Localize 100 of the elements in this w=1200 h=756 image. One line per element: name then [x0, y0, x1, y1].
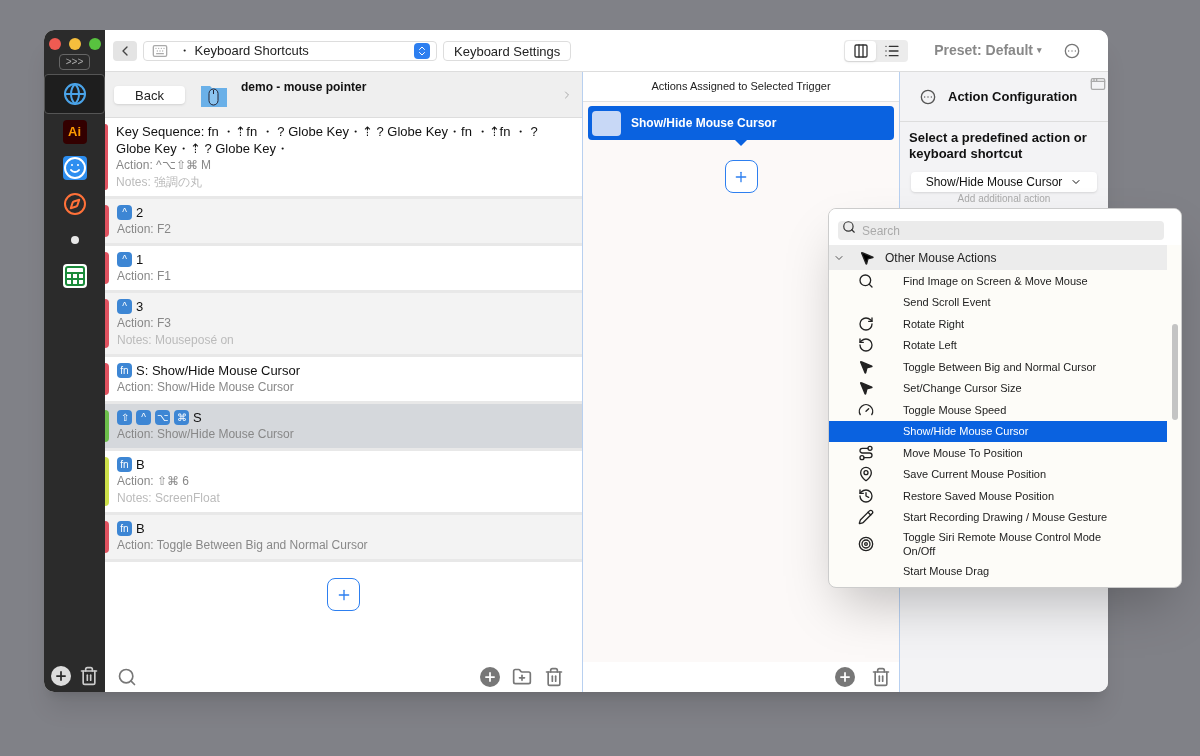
menu-item[interactable]: Toggle Between Big and Normal Cursor: [829, 356, 1167, 378]
rotate-left-icon: [858, 337, 874, 354]
action-text: Action: F1: [117, 268, 172, 285]
config-prompt: Select a predefined action or keyboard shortcut: [908, 129, 1088, 162]
expand-button[interactable]: >>>: [58, 54, 91, 70]
action-dropdown[interactable]: Show/Hide Mouse Cursor: [911, 172, 1097, 192]
key-badge: ^: [117, 299, 132, 314]
category-header[interactable]: Other Mouse Actions: [829, 245, 1167, 270]
action-text: Action: Toggle Between Big and Normal Cursor: [117, 537, 368, 554]
trigger-label: S: Show/Hide Mouse Cursor: [136, 362, 300, 379]
trash-icon[interactable]: [544, 667, 564, 687]
trigger-label: Key Sequence: fn ・⇡fn ・ ? Globe Key・⇡ ? Globe Key・fn ・⇡fn ・ ? Globe Key・⇡ ? Globe Key・: [116, 123, 539, 157]
stepper-icon: [414, 42, 430, 59]
pencil-icon: [858, 509, 874, 526]
menu-item[interactable]: Rotate Right: [829, 313, 1167, 335]
notes-text: Notes: ScreenFloat: [117, 490, 220, 507]
add-button[interactable]: [835, 667, 855, 687]
menu-item[interactable]: Show/Hide Mouse Cursor: [829, 420, 1167, 442]
target-icon: [858, 536, 874, 552]
key-badge: ^: [117, 205, 132, 220]
key-badge: fn: [117, 363, 132, 378]
trigger-row[interactable]: ^ 2 Action: F2: [105, 199, 582, 246]
trigger-label: 1: [136, 251, 144, 268]
cursor-icon: [858, 380, 874, 397]
add-trigger-button[interactable]: [327, 578, 360, 611]
app-item[interactable]: Ai: [44, 114, 105, 150]
trigger-row[interactable]: fn B Action: Toggle Between Big and Normal Cursor: [105, 515, 582, 562]
trigger-label: B: [136, 520, 145, 537]
history-icon: [858, 487, 874, 504]
rotate-right-icon: [858, 315, 874, 332]
face-icon: [62, 156, 87, 180]
zoom-button[interactable]: [88, 38, 101, 50]
app-icon: Ai: [62, 120, 87, 144]
trigger-row[interactable]: ⇧ ^ ⌥ ⌘ S Action: Show/Hide Mouse Cursor: [105, 404, 582, 451]
action-card[interactable]: Show/Hide Mouse Cursor: [588, 106, 894, 140]
app-item[interactable]: [44, 74, 105, 114]
search-icon[interactable]: [117, 667, 137, 687]
add-action-button[interactable]: [724, 160, 758, 193]
preset-dropdown[interactable]: Preset: Default ▾: [934, 40, 1042, 61]
path-dropdown[interactable]: ・ Keyboard Shortcuts: [143, 40, 437, 61]
action-text: Action: Show/Hide Mouse Cursor: [117, 426, 294, 443]
action-text: Action: Show/Hide Mouse Cursor: [117, 379, 295, 396]
search-icon: [858, 272, 874, 289]
key-badge: ⌘: [174, 410, 189, 425]
search-icon: [842, 219, 856, 234]
new-folder-icon[interactable]: [512, 667, 532, 687]
action-text: Action: F2: [117, 221, 172, 238]
columns-icon: [852, 42, 869, 59]
add-app-button[interactable]: [50, 666, 71, 686]
close-button[interactable]: [48, 38, 61, 50]
action-thumbnail: [592, 110, 621, 136]
plus-icon: [483, 670, 497, 684]
config-title: Action Configuration: [948, 87, 1078, 106]
menu-item[interactable]: Start Mouse Drag: [829, 560, 1167, 582]
pointer-tip: [735, 140, 747, 146]
plus-icon: [838, 670, 852, 684]
back-button[interactable]: Back: [114, 85, 185, 104]
action-text: Action: ⇧⌘ 6: [117, 473, 191, 490]
notes-text: Notes: 強調の丸: [116, 174, 204, 191]
trigger-label: 2: [136, 204, 144, 221]
menu-item[interactable]: Send Scroll Event: [829, 291, 1167, 313]
sheet-icon: [62, 264, 87, 288]
keyboard-settings-button[interactable]: Keyboard Settings: [443, 40, 572, 61]
menu-item[interactable]: Move Mouse To Position: [829, 442, 1167, 464]
more-icon[interactable]: [1064, 42, 1080, 59]
pin-icon: [858, 466, 874, 483]
globe-icon: [62, 82, 87, 106]
menu-item[interactable]: Toggle Siri Remote Mouse Control Mode On/Off: [829, 528, 1167, 560]
trigger-label: 3: [136, 298, 144, 315]
trash-icon[interactable]: [78, 666, 99, 686]
key-badge: ^: [136, 410, 151, 425]
key-badge: ⌥: [155, 410, 170, 425]
panel-title: Actions Assigned to Selected Trigger: [651, 79, 831, 95]
trigger-label: S: [193, 409, 202, 426]
key-badge: fn: [117, 457, 132, 472]
back-nav-button[interactable]: [113, 40, 137, 61]
action-text: Action: ^⌥⇧⌘ M: [116, 157, 213, 174]
action-text: Action: F3: [117, 315, 173, 332]
menu-item[interactable]: Set/Change Cursor Size: [829, 377, 1167, 399]
column-view-button[interactable]: [845, 40, 877, 61]
add-button[interactable]: [480, 667, 500, 687]
group-title: demo - mouse pointer: [241, 79, 367, 96]
menu-item[interactable]: Restore Saved Mouse Position: [829, 485, 1167, 507]
minimize-button[interactable]: [68, 38, 81, 50]
menu-item[interactable]: Toggle Mouse Speed: [829, 399, 1167, 421]
trash-icon[interactable]: [871, 667, 891, 687]
keyboard-icon: [150, 42, 170, 59]
key-badge: ^: [117, 252, 132, 267]
cursor-icon: [859, 249, 875, 266]
menu-item[interactable]: Start Recording Drawing / Mouse Gesture: [829, 506, 1167, 528]
key-badge: ⇧: [117, 410, 132, 425]
cursor-icon: [858, 358, 874, 375]
plus-icon: [53, 669, 68, 683]
search-field[interactable]: Search: [838, 221, 1164, 240]
hint-text: Add additional action: [956, 193, 1052, 205]
menu-item[interactable]: Rotate Left: [829, 334, 1167, 356]
menu-item[interactable]: Find Image on Screen & Move Mouse: [829, 270, 1167, 292]
menu-item[interactable]: Save Current Mouse Position: [829, 463, 1167, 485]
gauge-icon: [858, 401, 874, 418]
more-icon[interactable]: [920, 88, 936, 105]
